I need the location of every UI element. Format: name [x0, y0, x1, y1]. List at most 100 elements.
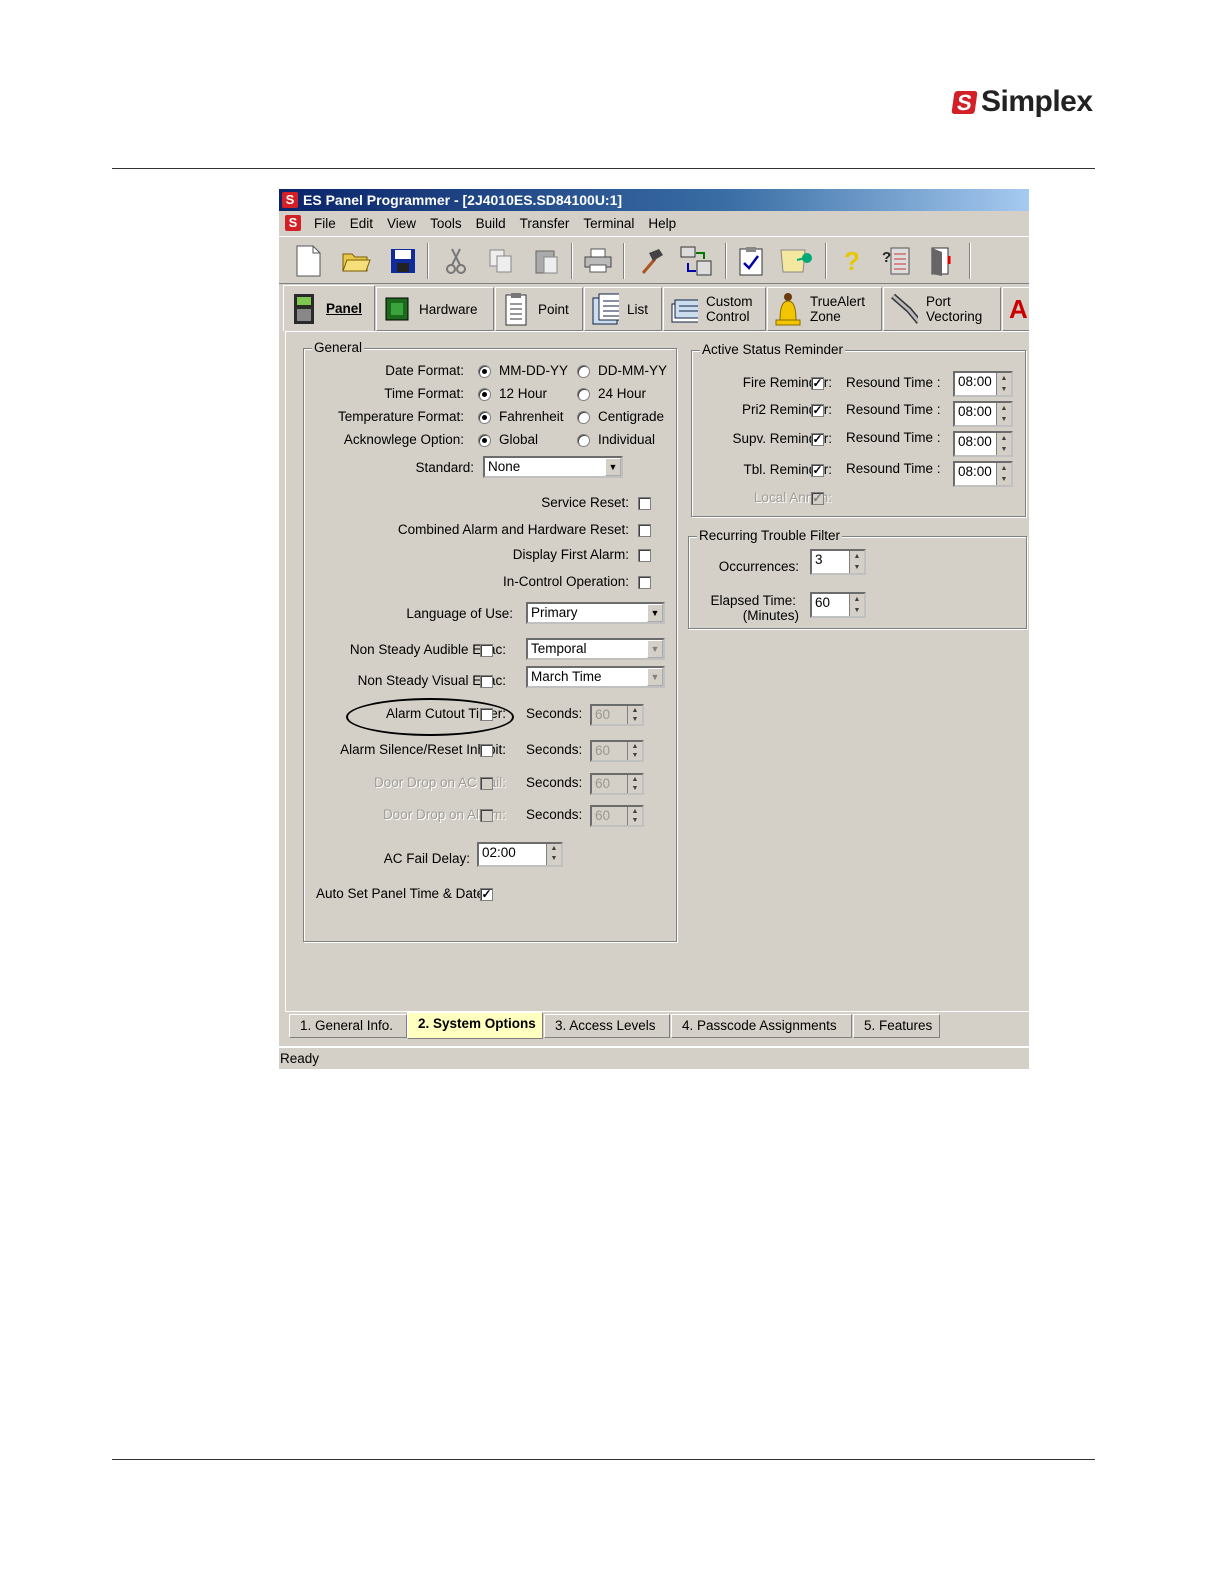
footer-rule [112, 1459, 1095, 1460]
date-format-mmddyy-radio[interactable] [478, 365, 491, 378]
ac-fail-delay-spinner[interactable]: 02:00 ▲ ▼ [477, 842, 563, 867]
tab-panel[interactable]: Panel [283, 285, 375, 331]
tab-hardware[interactable]: Hardware [376, 287, 494, 331]
acknowledge-individual-label: Individual [598, 432, 656, 447]
alarm-cutout-timer-checkbox[interactable] [480, 708, 493, 721]
menu-build[interactable]: Build [469, 216, 513, 231]
menu-terminal[interactable]: Terminal [576, 216, 641, 231]
list-icon [591, 293, 619, 325]
menu-view[interactable]: View [380, 216, 423, 231]
port-vectoring-icon [890, 293, 918, 325]
tab-truealert-zone[interactable]: TrueAlert Zone [767, 287, 882, 331]
tab-features[interactable]: 5. Features [853, 1014, 940, 1038]
auto-set-time-checkbox[interactable]: ✓ [480, 888, 493, 901]
time-format-12h-radio[interactable] [478, 388, 491, 401]
in-control-operation-checkbox[interactable] [638, 576, 651, 589]
fire-resound-spinner[interactable]: 08:00 ▲ ▼ [953, 371, 1013, 397]
spinner-arrows-icon[interactable]: ▲ ▼ [627, 742, 642, 760]
supv-reminder-checkbox[interactable]: ✓ [811, 433, 824, 446]
new-file-icon[interactable] [291, 243, 325, 279]
tab-panel-label: Panel [326, 301, 363, 316]
header-rule [112, 168, 1095, 169]
toolbar-separator [427, 243, 429, 279]
tbl-resound-spinner[interactable]: 08:00 ▲ ▼ [953, 461, 1013, 487]
menu-bar: S File Edit View Tools Build Transfer Te… [279, 211, 1029, 235]
tab-general-info[interactable]: 1. General Info. [289, 1014, 407, 1038]
alarm-cutout-seconds-spinner[interactable]: 60 ▲ ▼ [590, 704, 644, 726]
menu-transfer[interactable]: Transfer [513, 216, 577, 231]
service-reset-checkbox[interactable] [638, 497, 651, 510]
spinner-arrows-icon[interactable]: ▲ ▼ [849, 551, 864, 573]
open-folder-icon[interactable] [339, 243, 373, 279]
audible-evac-checkbox[interactable] [480, 644, 493, 657]
pin-icon[interactable] [779, 243, 813, 279]
spinner-arrows-icon[interactable]: ▲ ▼ [546, 844, 561, 865]
temperature-centigrade-radio[interactable] [577, 411, 590, 424]
standard-select[interactable]: None ▼ [483, 456, 623, 478]
visual-evac-checkbox[interactable] [480, 675, 493, 688]
temperature-fahrenheit-radio[interactable] [478, 411, 491, 424]
elapsed-time-spinner[interactable]: 60 ▲ ▼ [810, 592, 866, 618]
tab-point[interactable]: Point [495, 287, 583, 331]
audible-evac-select[interactable]: Temporal ▼ [526, 638, 665, 660]
acknowledge-individual-radio[interactable] [577, 434, 590, 447]
toolbar: ? ? [279, 236, 1029, 284]
spinner-arrows-icon[interactable]: ▲ ▼ [996, 433, 1011, 455]
pri2-reminder-checkbox[interactable]: ✓ [811, 404, 824, 417]
query-help-icon[interactable]: ? [879, 243, 913, 279]
ac-fail-delay-label: AC Fail Delay: [383, 851, 470, 866]
spinner-arrows-icon[interactable]: ▲ ▼ [996, 403, 1011, 425]
build-icon[interactable] [635, 243, 669, 279]
menu-tools[interactable]: Tools [423, 216, 469, 231]
tbl-reminder-checkbox[interactable]: ✓ [811, 464, 824, 477]
menu-help[interactable]: Help [641, 216, 683, 231]
chevron-down-icon[interactable]: ▼ [647, 640, 663, 658]
standard-label: Standard: [415, 460, 474, 475]
door-drop-alarm-seconds-spinner: 60 ▲ ▼ [590, 805, 644, 827]
silence-inhibit-checkbox[interactable] [480, 744, 493, 757]
spinner-arrows-icon[interactable]: ▲ ▼ [627, 706, 642, 724]
help-icon[interactable]: ? [835, 243, 869, 279]
window-title: ES Panel Programmer - [2J4010ES.SD84100U… [303, 192, 623, 208]
tab-list[interactable]: List [584, 287, 662, 331]
language-select[interactable]: Primary ▼ [526, 602, 665, 624]
document-icon[interactable]: S [285, 215, 301, 231]
tab-access-levels[interactable]: 3. Access Levels [544, 1014, 670, 1038]
acknowledge-global-radio[interactable] [478, 434, 491, 447]
cut-icon[interactable] [439, 243, 473, 279]
chevron-down-icon[interactable]: ▼ [647, 668, 663, 686]
date-format-label: Date Format: [385, 363, 464, 378]
menu-edit[interactable]: Edit [343, 216, 380, 231]
tab-custom-control[interactable]: Custom Control [663, 287, 766, 331]
tab-system-options[interactable]: 2. System Options [407, 1012, 543, 1039]
tab-passcode-assignments[interactable]: 4. Passcode Assignments [671, 1014, 852, 1038]
copy-icon[interactable] [484, 243, 518, 279]
tab-custom-control-label: Custom Control [706, 294, 753, 324]
checklist-icon[interactable] [734, 243, 768, 279]
print-icon[interactable] [581, 243, 615, 279]
menu-file[interactable]: File [307, 216, 343, 231]
silence-inhibit-seconds-spinner[interactable]: 60 ▲ ▼ [590, 740, 644, 762]
tab-more[interactable]: A [1002, 287, 1029, 331]
exit-icon[interactable] [926, 243, 960, 279]
transfer-icon[interactable] [679, 243, 713, 279]
spinner-arrows-icon[interactable]: ▲ ▼ [849, 594, 864, 616]
supv-resound-spinner[interactable]: 08:00 ▲ ▼ [953, 431, 1013, 457]
visual-evac-select[interactable]: March Time ▼ [526, 666, 665, 688]
paste-icon[interactable] [529, 243, 563, 279]
chevron-down-icon[interactable]: ▼ [647, 604, 663, 622]
tab-port-vectoring[interactable]: Port Vectoring [883, 287, 1001, 331]
spinner-arrows-icon[interactable]: ▲ ▼ [996, 373, 1011, 395]
time-format-24h-radio[interactable] [577, 388, 590, 401]
pri2-resound-spinner[interactable]: 08:00 ▲ ▼ [953, 401, 1013, 427]
occurrences-label: Occurrences: [718, 559, 799, 574]
auto-set-time-label: Auto Set Panel Time & Date [316, 886, 485, 901]
combined-reset-checkbox[interactable] [638, 524, 651, 537]
save-icon[interactable] [386, 243, 420, 279]
date-format-ddmmyy-radio[interactable] [577, 365, 590, 378]
fire-reminder-checkbox[interactable]: ✓ [811, 377, 824, 390]
spinner-arrows-icon[interactable]: ▲ ▼ [996, 463, 1011, 485]
occurrences-spinner[interactable]: 3 ▲ ▼ [810, 549, 866, 575]
display-first-alarm-checkbox[interactable] [638, 549, 651, 562]
chevron-down-icon[interactable]: ▼ [605, 458, 621, 476]
